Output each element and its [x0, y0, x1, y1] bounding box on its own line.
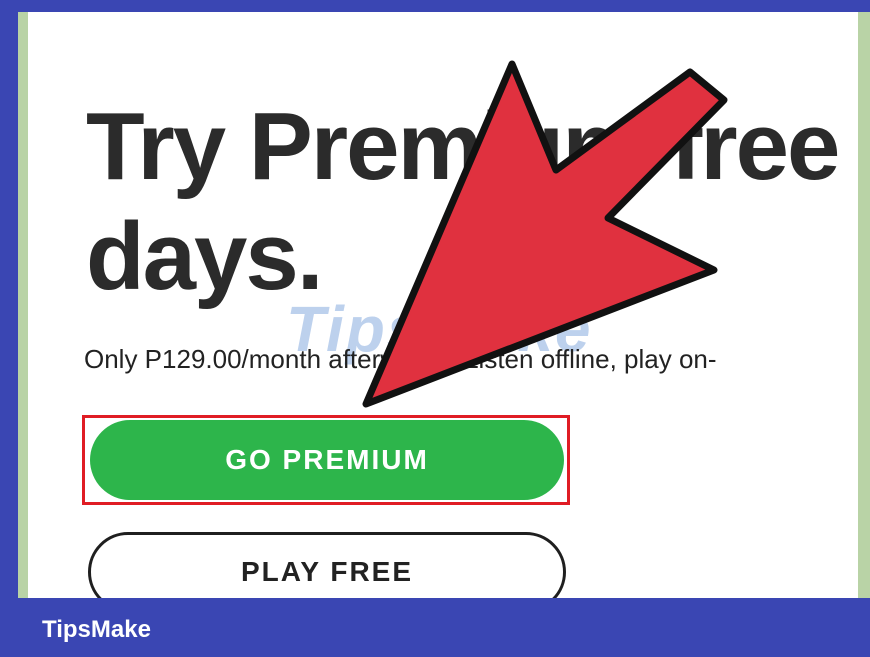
footer-brand-logo: TipsMake	[42, 616, 151, 643]
footer-bar: TipsMake	[0, 598, 870, 657]
pointer-arrow-icon	[362, 60, 728, 408]
